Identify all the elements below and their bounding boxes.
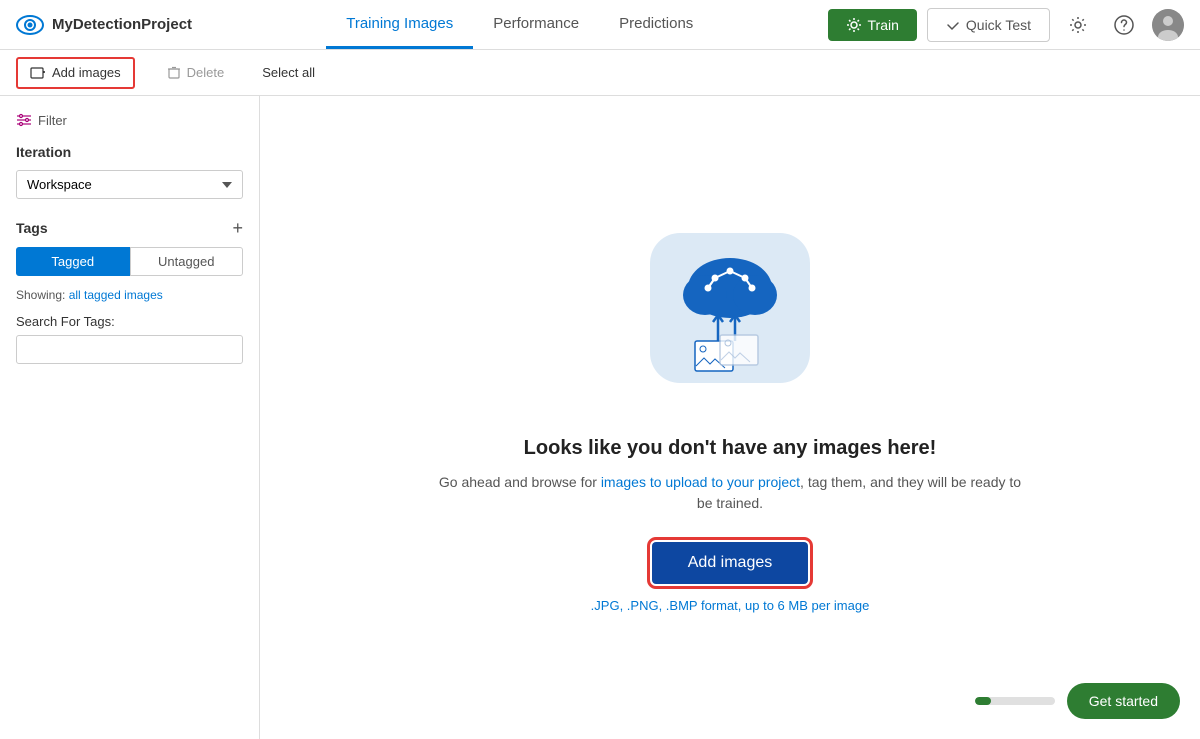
showing-text: Showing: all tagged images bbox=[16, 288, 243, 302]
help-button[interactable] bbox=[1106, 11, 1142, 39]
tags-title: Tags bbox=[16, 220, 48, 236]
nav-tabs: Training Images Performance Predictions bbox=[212, 1, 827, 49]
add-images-icon bbox=[30, 65, 46, 81]
get-started-bar: Get started bbox=[975, 683, 1180, 719]
empty-state-title: Looks like you don't have any images her… bbox=[524, 437, 937, 460]
add-images-toolbar-label: Add images bbox=[52, 65, 121, 80]
user-avatar[interactable] bbox=[1152, 9, 1184, 41]
gear-train-icon bbox=[846, 17, 862, 33]
add-tag-button[interactable]: + bbox=[232, 219, 243, 237]
app-logo-icon bbox=[16, 11, 44, 39]
select-all-label: Select all bbox=[262, 65, 315, 80]
empty-state: Looks like you don't have any images her… bbox=[430, 223, 1030, 613]
add-images-main-button[interactable]: Add images bbox=[652, 542, 809, 584]
delete-label: Delete bbox=[187, 65, 225, 80]
train-button[interactable]: Train bbox=[828, 9, 917, 41]
untagged-button[interactable]: Untagged bbox=[130, 247, 244, 276]
main-layout: Filter Iteration Workspace Tags + Tagged… bbox=[0, 96, 1200, 739]
nav-logo: MyDetectionProject bbox=[16, 11, 192, 39]
toolbar: Add images Delete Select all bbox=[0, 50, 1200, 96]
filter-icon bbox=[16, 112, 32, 128]
filter-row[interactable]: Filter bbox=[16, 112, 243, 128]
tag-toggle: Tagged Untagged bbox=[16, 247, 243, 276]
filter-label: Filter bbox=[38, 113, 67, 128]
iteration-select[interactable]: Workspace bbox=[16, 170, 243, 199]
train-button-label: Train bbox=[868, 17, 899, 33]
avatar-icon bbox=[1152, 9, 1184, 41]
select-all-button[interactable]: Select all bbox=[256, 59, 321, 86]
progress-fill bbox=[975, 697, 991, 705]
trash-icon bbox=[167, 66, 181, 80]
project-name: MyDetectionProject bbox=[52, 16, 192, 33]
help-icon bbox=[1114, 15, 1134, 35]
check-icon bbox=[946, 18, 960, 32]
get-started-button[interactable]: Get started bbox=[1067, 683, 1180, 719]
settings-button[interactable] bbox=[1060, 11, 1096, 39]
empty-state-description: Go ahead and browse for images to upload… bbox=[430, 472, 1030, 514]
empty-state-link[interactable]: images to upload to your project bbox=[601, 474, 800, 490]
tab-training-images[interactable]: Training Images bbox=[326, 1, 473, 49]
iteration-title: Iteration bbox=[16, 144, 243, 160]
showing-link[interactable]: all tagged images bbox=[69, 288, 163, 302]
progress-indicator bbox=[975, 697, 1055, 705]
nav-actions: Train Quick Test bbox=[828, 8, 1185, 42]
empty-state-illustration bbox=[630, 223, 830, 413]
format-hint: .JPG, .PNG, .BMP format, up to 6 MB per … bbox=[591, 598, 870, 613]
sidebar: Filter Iteration Workspace Tags + Tagged… bbox=[0, 96, 260, 739]
delete-button[interactable]: Delete bbox=[155, 59, 237, 86]
top-nav: MyDetectionProject Training Images Perfo… bbox=[0, 0, 1200, 50]
tab-performance[interactable]: Performance bbox=[473, 1, 599, 49]
main-content: Looks like you don't have any images her… bbox=[260, 96, 1200, 739]
settings-icon bbox=[1068, 15, 1088, 35]
tab-predictions[interactable]: Predictions bbox=[599, 1, 713, 49]
quick-test-button[interactable]: Quick Test bbox=[927, 8, 1050, 42]
quick-test-label: Quick Test bbox=[966, 17, 1031, 33]
tags-header: Tags + bbox=[16, 219, 243, 237]
tagged-button[interactable]: Tagged bbox=[16, 247, 130, 276]
search-tags-input[interactable] bbox=[16, 335, 243, 364]
add-images-toolbar-button[interactable]: Add images bbox=[16, 57, 135, 89]
search-label: Search For Tags: bbox=[16, 314, 243, 329]
